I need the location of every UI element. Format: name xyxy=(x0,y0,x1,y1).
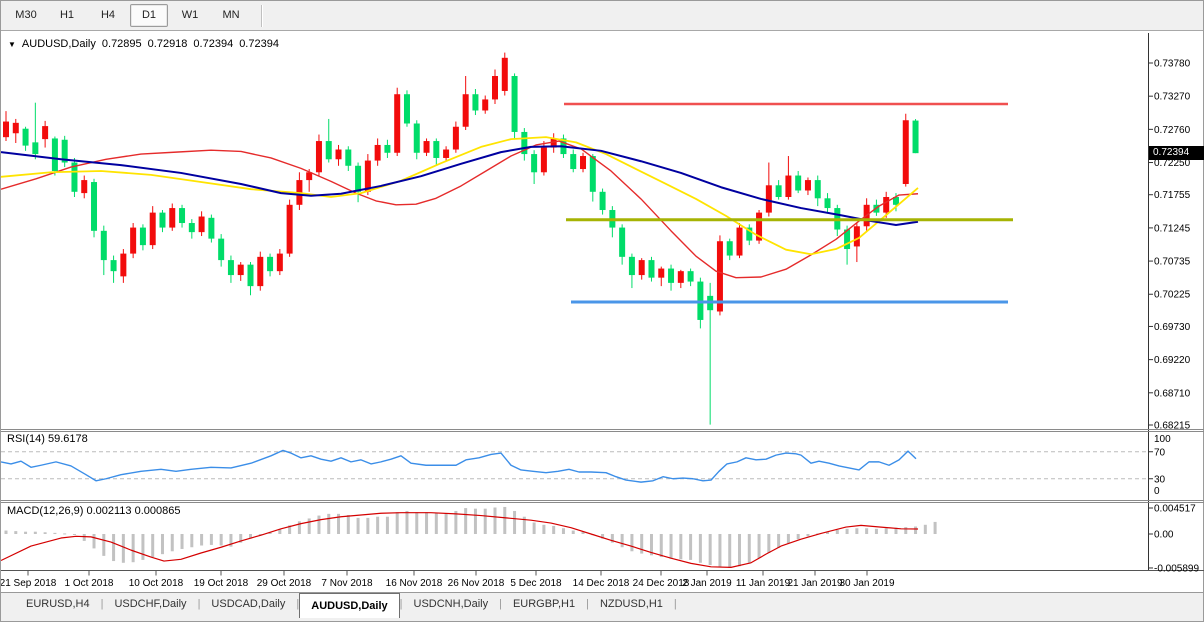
rsi-panel: 100 70 300 xyxy=(1,434,1171,497)
macd-panel: 0.004517 0.00 -0.005899 xyxy=(1,503,1199,574)
svg-text:10 Oct 2018: 10 Oct 2018 xyxy=(129,578,184,589)
svg-text:19 Oct 2018: 19 Oct 2018 xyxy=(194,578,249,589)
ohlc-close: 0.72394 xyxy=(239,38,279,50)
svg-text:21 Sep 2018: 21 Sep 2018 xyxy=(1,578,57,589)
svg-text:1 Oct 2018: 1 Oct 2018 xyxy=(65,578,114,589)
svg-text:0.70735: 0.70735 xyxy=(1154,257,1191,268)
svg-text:30 Jan 2019: 30 Jan 2019 xyxy=(839,578,894,589)
svg-text:0.71245: 0.71245 xyxy=(1154,223,1191,234)
svg-text:5 Dec 2018: 5 Dec 2018 xyxy=(510,578,562,589)
trading-app-window: { "toolbar": { "timeframes": [ {"label":… xyxy=(0,0,1204,622)
symbol-tab-bar: EURUSD,H4|USDCHF,Daily|USDCAD,Daily|AUDU… xyxy=(1,592,1203,621)
svg-text:70: 70 xyxy=(1154,447,1166,458)
timeframe-toolbar: M30H1H4D1W1MN xyxy=(1,1,1203,31)
svg-text:0.004517: 0.004517 xyxy=(1154,503,1196,514)
ohlc-low: 0.72394 xyxy=(193,38,233,50)
svg-text:29 Oct 2018: 29 Oct 2018 xyxy=(257,578,312,589)
timeframe-button-d1[interactable]: D1 xyxy=(130,4,168,27)
tab-separator: | xyxy=(674,593,677,616)
svg-text:21 Jan 2019: 21 Jan 2019 xyxy=(787,578,842,589)
svg-text:0.69220: 0.69220 xyxy=(1154,355,1191,366)
svg-text:24 Dec 2018: 24 Dec 2018 xyxy=(633,578,690,589)
svg-text:0.71755: 0.71755 xyxy=(1154,190,1191,201)
svg-text:100: 100 xyxy=(1154,434,1171,445)
svg-text:7 Nov 2018: 7 Nov 2018 xyxy=(321,578,373,589)
timeframe-button-mn[interactable]: MN xyxy=(212,4,250,27)
tab-eurgbp[interactable]: EURGBP,H1 xyxy=(502,593,586,616)
timeframe-button-w1[interactable]: W1 xyxy=(171,4,209,27)
ma-red-line xyxy=(1,141,918,278)
svg-text:0.73270: 0.73270 xyxy=(1154,92,1191,103)
svg-text:0.70225: 0.70225 xyxy=(1154,290,1191,301)
svg-text:-0.005899: -0.005899 xyxy=(1154,563,1199,574)
tab-usdcnh[interactable]: USDCNH,Daily xyxy=(403,593,500,616)
timeframe-button-h4[interactable]: H4 xyxy=(89,4,127,27)
symbol-header: ▼ AUDUSD,Daily 0.72895 0.72918 0.72394 0… xyxy=(8,38,279,50)
chart-canvas[interactable]: 0.737800.732700.727600.722500.717550.712… xyxy=(1,1,1204,623)
svg-text:14 Dec 2018: 14 Dec 2018 xyxy=(573,578,630,589)
svg-text:0: 0 xyxy=(1154,486,1160,497)
svg-text:0.69730: 0.69730 xyxy=(1154,322,1191,333)
svg-text:16 Nov 2018: 16 Nov 2018 xyxy=(386,578,443,589)
tab-audusd[interactable]: AUDUSD,Daily xyxy=(299,593,399,618)
timeframe-button-h1[interactable]: H1 xyxy=(48,4,86,27)
symbol-dropdown-icon[interactable]: ▼ xyxy=(8,40,16,49)
timeframe-button-m30[interactable]: M30 xyxy=(7,4,45,27)
tab-usdchf[interactable]: USDCHF,Daily xyxy=(103,593,197,616)
tab-usdcad[interactable]: USDCAD,Daily xyxy=(200,593,296,616)
rsi-line xyxy=(1,450,916,482)
symbol-name: AUDUSD,Daily xyxy=(22,38,96,50)
date-axis: 21 Sep 2018 1 Oct 2018 10 Oct 2018 19 Oct 2… xyxy=(1,571,895,589)
svg-text:11 Jan 2019: 11 Jan 2019 xyxy=(736,578,791,589)
toolbar-separator xyxy=(261,5,263,27)
svg-text:2 Jan 2019: 2 Jan 2019 xyxy=(682,578,732,589)
rsi-indicator-label: RSI(14) 59.6178 xyxy=(7,433,88,445)
ohlc-open: 0.72895 xyxy=(102,38,142,50)
svg-text:0.00: 0.00 xyxy=(1154,530,1174,541)
svg-text:0.72760: 0.72760 xyxy=(1154,125,1191,136)
macd-indicator-label: MACD(12,26,9) 0.002113 0.000865 xyxy=(7,505,180,517)
tab-nzdusd[interactable]: NZDUSD,H1 xyxy=(589,593,674,616)
candles xyxy=(3,53,919,425)
svg-text:26 Nov 2018: 26 Nov 2018 xyxy=(448,578,505,589)
svg-text:0.68710: 0.68710 xyxy=(1154,388,1191,399)
tab-eurusd[interactable]: EURUSD,H4 xyxy=(15,593,101,616)
current-price-badge: 0.72394 xyxy=(1149,146,1204,160)
panel-separators xyxy=(1,430,1204,571)
svg-text:0.73780: 0.73780 xyxy=(1154,59,1191,70)
ohlc-high: 0.72918 xyxy=(148,38,188,50)
svg-text:30: 30 xyxy=(1154,474,1166,485)
macd-signal-line xyxy=(1,513,918,568)
